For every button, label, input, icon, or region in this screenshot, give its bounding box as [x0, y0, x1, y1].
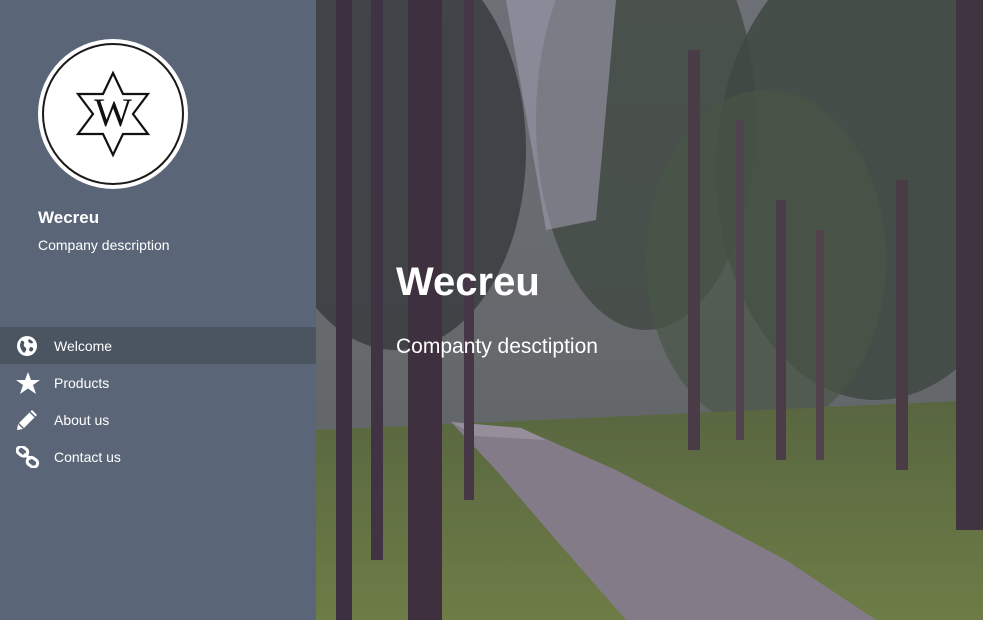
logo-letter: W: [94, 90, 132, 135]
nav-label-contact: Contact us: [54, 448, 121, 465]
brand-description: Company description: [38, 237, 170, 253]
hero-tint-overlay: [316, 0, 983, 620]
pencil-icon: [16, 409, 40, 431]
page: W Wecreu Company description Welcome Pro…: [0, 0, 983, 620]
hero-subtitle: Companty desctiption: [396, 335, 598, 358]
company-logo[interactable]: W: [38, 39, 188, 189]
link-icon: [16, 445, 40, 468]
nav-label-welcome: Welcome: [54, 337, 113, 354]
hero-banner: Wecreu Companty desctiption: [316, 0, 983, 620]
sidebar-nav: Welcome Products About us Contact us: [0, 327, 316, 475]
logo-ring: W: [42, 43, 184, 185]
hero-title: Wecreu: [396, 260, 540, 304]
nav-item-products[interactable]: Products: [0, 364, 316, 401]
globe-icon: [16, 335, 40, 357]
nav-label-about: About us: [54, 411, 110, 428]
star-icon: [16, 371, 40, 394]
nav-label-products: Products: [54, 374, 110, 391]
nav-item-about[interactable]: About us: [0, 401, 316, 438]
sidebar: W Wecreu Company description Welcome Pro…: [0, 0, 316, 620]
nav-item-contact[interactable]: Contact us: [0, 438, 316, 475]
nav-item-welcome[interactable]: Welcome: [0, 327, 316, 364]
brand-name: Wecreu: [38, 208, 100, 227]
